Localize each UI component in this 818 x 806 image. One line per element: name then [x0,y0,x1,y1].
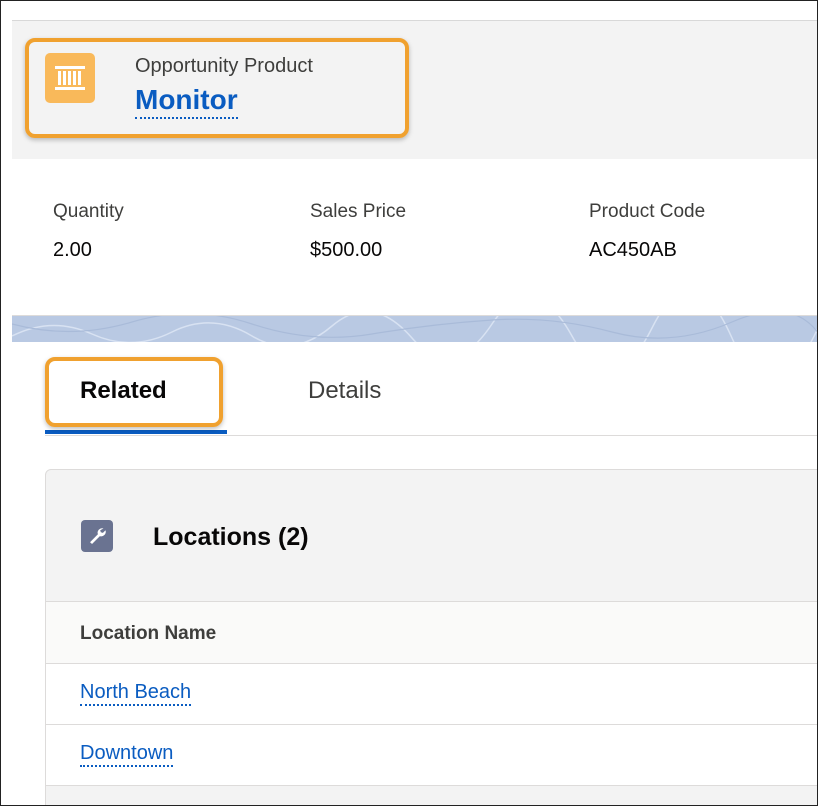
related-list-header: Locations (2) [46,470,817,601]
field-label: Quantity [53,201,124,222]
highlights-panel: Quantity 2.00 Sales Price $500.00 Produc… [12,159,817,316]
field-value: $500.00 [310,239,383,261]
field-value: 2.00 [53,239,92,261]
tabs-divider [45,435,817,436]
location-link[interactable]: North Beach [80,680,192,706]
field-label: Sales Price [310,201,407,222]
table-row: Downtown [46,725,817,786]
tab-callout-outline [45,357,223,427]
table-row: North Beach [46,664,817,725]
related-list-title[interactable]: Locations (2) [153,523,309,552]
field-value: AC450AB [589,239,677,261]
location-link[interactable]: Downtown [80,741,174,767]
record-page: Opportunity Product Monitor Quantity 2.0… [0,0,818,806]
active-tab-indicator [45,430,227,434]
highlight-field-quantity: Quantity 2.00 [53,201,124,262]
related-list-card: Locations (2) Location Name North Beach … [45,469,817,805]
title-callout-outline [25,38,409,138]
highlight-field-product-code: Product Code AC450AB [589,201,705,262]
wrench-icon [81,520,113,552]
background-pattern-band [11,289,817,381]
tab-details[interactable]: Details [308,377,381,405]
column-header-label: Location Name [80,623,217,644]
field-label: Product Code [589,201,706,222]
column-header-location-name[interactable]: Location Name [46,601,817,664]
highlight-field-sales-price: Sales Price $500.00 [310,201,406,262]
